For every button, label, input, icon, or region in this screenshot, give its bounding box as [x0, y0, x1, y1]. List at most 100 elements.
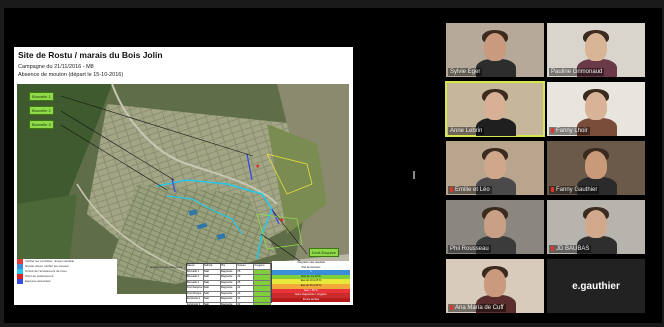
- participant-face: [585, 33, 607, 61]
- table-cell: 22: [237, 302, 255, 305]
- participant-face: [585, 151, 607, 179]
- participant-name: Emilie et Léo: [455, 187, 490, 193]
- participant-name-label: Fanny Lhoir: [549, 127, 590, 135]
- table-cell: Bouvelle 1: [187, 269, 204, 274]
- participant-face: [585, 210, 607, 238]
- table-cell: Bouvelle 3: [187, 280, 204, 285]
- participant-tile[interactable]: JD BAUBAS: [547, 200, 645, 254]
- table-cell: Droit Esquive: [187, 286, 204, 291]
- participant-name: Sylvie Eger: [450, 69, 481, 75]
- participant-name: JD BAUBAS: [556, 246, 590, 252]
- legend-item: Espèces associées: [17, 279, 117, 284]
- table-row: Extrémité 3 Salé Stagnante 22: [187, 302, 271, 305]
- mic-muted-icon: [551, 187, 554, 192]
- shared-screen-slide: Site de Rostu / marais du Bois Jolin Cam…: [14, 47, 353, 305]
- participant-face: [585, 92, 607, 120]
- participant-name: Ana María de Cuff: [455, 305, 504, 311]
- participant-name: Fanny Lhoir: [556, 128, 588, 134]
- mic-muted-icon: [450, 187, 453, 192]
- participant-tile-no-video[interactable]: e.gauthier: [547, 259, 645, 313]
- participant-face: [484, 151, 506, 179]
- mic-muted-icon: [450, 305, 453, 310]
- table-cell: Salé: [204, 302, 221, 305]
- participant-tile[interactable]: Emilie et Léo: [446, 141, 544, 195]
- table-cell: [254, 269, 271, 274]
- participant-name-label: Fanny Gauthier: [549, 186, 600, 194]
- slide-subtitle-line1: Campagne du 21/11/2016 - M8: [18, 64, 94, 70]
- participant-name-label: Phil Rousseau: [448, 245, 491, 253]
- table-cell: Stagnante: [221, 280, 238, 285]
- map-tag-bouvelle-2: Bouvelle 2: [29, 106, 54, 115]
- table-cell: 25: [237, 280, 255, 285]
- arrow-left-icon: ←: [146, 265, 149, 269]
- participant-name-label: Pauline Grimonaud: [549, 68, 605, 76]
- participant-tile[interactable]: Fanny Gauthier: [547, 141, 645, 195]
- participant-name-label: Ana María de Cuff: [448, 304, 506, 312]
- map-legend: Vérifier les contrôles: niveau variable …: [17, 259, 117, 299]
- svg-text:★: ★: [279, 217, 284, 224]
- table-cell: Extrémité 3: [187, 302, 204, 305]
- table-cell: Oxygène: [254, 264, 271, 269]
- participant-face: [484, 210, 506, 238]
- map-tag-droit-esquive: Droit Esquive: [309, 248, 339, 257]
- participant-tile[interactable]: Fanny Lhoir: [547, 82, 645, 136]
- mic-muted-icon: [551, 128, 554, 133]
- participant-name-label: Anne Lebrin: [448, 127, 485, 135]
- table-cell: [254, 302, 271, 305]
- table-cell: Niveau: [237, 264, 255, 269]
- participant-tile[interactable]: Sylvie Eger: [446, 23, 544, 77]
- results-table: Bassin Salinité Pbs Niveau Oxygène Bouvelle 1…: [186, 263, 272, 305]
- table-cell: Salé: [204, 275, 221, 280]
- table-cell: [254, 280, 271, 285]
- participant-tile[interactable]: Phil Rousseau: [446, 200, 544, 254]
- participant-tile[interactable]: Anne Lebrin: [445, 81, 545, 137]
- participant-name: Fanny Gauthier: [556, 187, 598, 193]
- table-cell: [254, 291, 271, 296]
- table-cell: Salé: [204, 297, 221, 302]
- table-cell: Stagnante: [221, 275, 238, 280]
- participant-name-label: Sylvie Eger: [448, 68, 483, 76]
- table-cell: Salé: [204, 291, 221, 296]
- participant-name-label: Emilie et Léo: [448, 186, 492, 194]
- table-cell: Stagnante: [221, 302, 238, 305]
- table-cell: Salé: [204, 269, 221, 274]
- table-cell: Stagnante: [221, 286, 238, 291]
- map-tag-bouvelle-1: Bouvelle 1: [29, 92, 54, 101]
- participant-name: Phil Rousseau: [450, 246, 489, 252]
- participant-tile[interactable]: Ana María de Cuff: [446, 259, 544, 313]
- table-cell: 22: [237, 286, 255, 291]
- panel-splitter-handle[interactable]: [413, 171, 415, 179]
- table-cell: [254, 275, 271, 280]
- meeting-window: Site de Rostu / marais du Bois Jolin Cam…: [4, 8, 662, 323]
- participant-display-name: e.gauthier: [572, 280, 620, 292]
- table-cell: 23: [237, 275, 255, 280]
- table-cell: Stagnante: [221, 291, 238, 296]
- slide-title: Site de Rostu / marais du Bois Jolin: [18, 50, 163, 60]
- table-cell: [254, 286, 271, 291]
- participant-face: [484, 33, 506, 61]
- slide-subtitle-line2: Absence de mouton (départ le 15-10-2016): [18, 72, 124, 78]
- table-cell: Bouvelle 2: [187, 275, 204, 280]
- participant-name: Anne Lebrin: [450, 128, 483, 134]
- table-cell: Stagnante: [221, 269, 238, 274]
- participant-face: [484, 269, 506, 297]
- participant-name: Pauline Grimonaud: [551, 69, 603, 75]
- results-legend: Intégration des résultats Pas de données 1…: [272, 261, 350, 303]
- results-legend-item: Zones sèches: [272, 297, 350, 303]
- participant-tile[interactable]: Pauline Grimonaud: [547, 23, 645, 77]
- table-cell: 21: [237, 297, 255, 302]
- side-note: ← écologique et effluences: [146, 265, 182, 269]
- side-note-text: écologique et effluences: [149, 265, 183, 269]
- table-cell: 23: [237, 291, 255, 296]
- map-tag-bouvelle-3: Bouvelle 3: [29, 120, 54, 129]
- table-cell: Bassin: [187, 264, 204, 269]
- participant-face: [484, 92, 506, 120]
- table-cell: Stagnante: [221, 297, 238, 302]
- table-cell: Pbs: [221, 264, 238, 269]
- svg-text:★: ★: [255, 163, 260, 170]
- table-cell: Salé: [204, 286, 221, 291]
- table-cell: Droit Risque: [187, 291, 204, 296]
- table-cell: Salé: [204, 280, 221, 285]
- participant-name-label: JD BAUBAS: [549, 245, 592, 253]
- table-cell: Extrémité 2: [187, 297, 204, 302]
